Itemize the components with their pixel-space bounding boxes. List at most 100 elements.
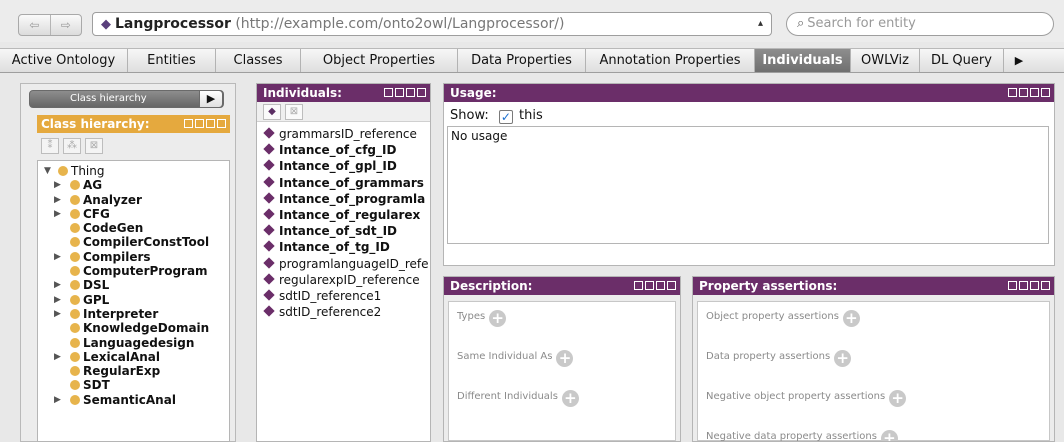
class-tree-item[interactable]: ▶ LexicalAnal xyxy=(38,350,229,364)
individual-item[interactable]: regularexpID_reference xyxy=(263,272,424,288)
expand-closed-icon[interactable]: ▶ xyxy=(54,350,61,364)
tab-data-properties[interactable]: Data Properties xyxy=(458,49,586,72)
add-subclass-icon[interactable]: ⁑ xyxy=(41,138,59,154)
view-close-icon[interactable] xyxy=(667,281,676,290)
view-max-icon[interactable] xyxy=(1030,88,1039,97)
view-close-icon[interactable] xyxy=(417,88,426,97)
individual-item[interactable]: sdtID_reference1 xyxy=(263,288,424,304)
add-type-icon[interactable]: + xyxy=(489,310,507,327)
view-float-icon[interactable] xyxy=(1019,281,1028,290)
tab-dl-query[interactable]: DL Query xyxy=(920,49,1004,72)
class-tree-item[interactable]: SDT xyxy=(38,378,229,392)
view-close-icon[interactable] xyxy=(1041,88,1050,97)
individual-item[interactable]: Intance_of_sdt_ID xyxy=(263,223,424,239)
individual-item[interactable]: sdtID_reference2 xyxy=(263,304,424,320)
view-max-icon[interactable] xyxy=(206,119,215,128)
add-negative-data-property-assertion-icon[interactable]: + xyxy=(880,430,898,441)
tab-active-ontology[interactable]: Active Ontology xyxy=(0,49,128,72)
expand-closed-icon[interactable]: ▶ xyxy=(54,293,61,307)
class-icon xyxy=(70,351,80,362)
expand-closed-icon[interactable]: ▶ xyxy=(54,207,61,221)
individual-item[interactable]: Intance_of_cfg_ID xyxy=(263,142,424,158)
add-negative-object-property-assertion-icon[interactable]: + xyxy=(889,390,907,407)
class-tree-item[interactable]: KnowledgeDomain xyxy=(38,321,229,335)
view-controls xyxy=(384,88,426,97)
add-data-property-assertion-icon[interactable]: + xyxy=(834,350,852,367)
class-label: CFG xyxy=(83,206,110,221)
class-tree-item[interactable]: ▶ CFG xyxy=(38,207,229,221)
this-checkbox[interactable]: ✓ xyxy=(498,110,513,124)
individual-item[interactable]: grammarsID_reference xyxy=(263,126,424,142)
individual-item[interactable]: Intance_of_regularex xyxy=(263,207,424,223)
view-max-icon[interactable] xyxy=(656,281,665,290)
add-sibling-class-icon[interactable]: ⁂ xyxy=(63,138,81,154)
class-icon xyxy=(70,208,80,219)
view-pin-icon[interactable] xyxy=(634,281,643,290)
class-tree-item[interactable]: Languagedesign xyxy=(38,336,229,350)
individual-item[interactable]: programlanguageID_refe xyxy=(263,256,429,272)
property-assertions-title: Property assertions: xyxy=(699,279,838,293)
expand-open-icon[interactable]: ▼ xyxy=(44,164,51,178)
tab-scroll-right-icon[interactable]: ▶ xyxy=(1004,49,1034,72)
entity-iri-field[interactable]: ◆ Langprocessor (http://example.com/onto2… xyxy=(92,12,772,36)
individual-diamond-icon xyxy=(263,143,275,155)
view-float-icon[interactable] xyxy=(195,119,204,128)
tab-classes[interactable]: Classes xyxy=(216,49,301,72)
individual-item[interactable]: Intance_of_programla xyxy=(263,191,425,207)
class-tree-item[interactable]: ▶ DSL xyxy=(38,278,229,292)
class-tree-item[interactable]: ▶ Interpreter xyxy=(38,307,229,321)
expand-closed-icon[interactable]: ▶ xyxy=(54,193,61,207)
view-float-icon[interactable] xyxy=(1019,88,1028,97)
expand-closed-icon[interactable]: ▶ xyxy=(54,250,61,264)
expand-closed-icon[interactable]: ▶ xyxy=(54,178,61,192)
individual-label: Intance_of_tg_ID xyxy=(279,240,390,255)
view-pin-icon[interactable] xyxy=(1008,281,1017,290)
delete-class-icon[interactable]: ⊠ xyxy=(85,138,103,154)
view-close-icon[interactable] xyxy=(1041,281,1050,290)
view-pin-icon[interactable] xyxy=(184,119,193,128)
add-same-individual-icon[interactable]: + xyxy=(556,350,574,367)
tab-object-properties[interactable]: Object Properties xyxy=(301,49,458,72)
add-individual-icon[interactable]: ◆ xyxy=(263,104,281,120)
class-tree-item[interactable]: ▶ AG xyxy=(38,178,229,192)
class-icon xyxy=(70,180,80,191)
view-pin-icon[interactable] xyxy=(384,88,393,97)
back-arrow-icon[interactable]: ⇦ xyxy=(19,15,51,35)
class-tree-item[interactable]: ▼ Thing xyxy=(38,164,229,178)
add-object-property-assertion-icon[interactable]: + xyxy=(842,310,860,327)
delete-individual-icon[interactable]: ⊠ xyxy=(285,104,303,120)
view-max-icon[interactable] xyxy=(1030,281,1039,290)
class-icon xyxy=(70,366,80,377)
tab-owlviz[interactable]: OWLViz xyxy=(851,49,920,72)
view-close-icon[interactable] xyxy=(217,119,226,128)
tab-individuals[interactable]: Individuals xyxy=(755,49,851,72)
expand-closed-icon[interactable]: ▶ xyxy=(54,393,61,407)
class-tree-item[interactable]: ▶ SemanticAnal xyxy=(38,393,229,407)
view-pin-icon[interactable] xyxy=(1008,88,1017,97)
tab-entities[interactable]: Entities xyxy=(128,49,216,72)
individual-item[interactable]: Intance_of_gpl_ID xyxy=(263,158,424,174)
individual-item[interactable]: Intance_of_tg_ID xyxy=(263,239,424,255)
tab-annotation-properties[interactable]: Annotation Properties xyxy=(586,49,755,72)
view-float-icon[interactable] xyxy=(395,88,404,97)
class-hierarchy-toggle[interactable]: Class hierarchy ▶ xyxy=(29,90,224,108)
expand-closed-icon[interactable]: ▶ xyxy=(54,307,61,321)
view-float-icon[interactable] xyxy=(645,281,654,290)
class-tree-item[interactable]: CodeGen xyxy=(38,221,229,235)
individual-diamond-icon xyxy=(263,273,275,285)
individual-diamond-icon xyxy=(263,289,275,301)
expand-closed-icon[interactable]: ▶ xyxy=(54,278,61,292)
class-tree-item[interactable]: CompilerConstTool xyxy=(38,235,229,249)
class-tree-item[interactable]: ComputerProgram xyxy=(38,264,229,278)
forward-arrow-icon[interactable]: ⇨ xyxy=(51,15,82,35)
class-tree-item[interactable]: ▶ GPL xyxy=(38,293,229,307)
individual-item[interactable]: Intance_of_grammars xyxy=(263,175,424,191)
add-different-individual-icon[interactable]: + xyxy=(561,390,579,407)
play-arrow-icon[interactable]: ▶ xyxy=(199,90,223,108)
class-tree-item[interactable]: ▶ Compilers xyxy=(38,250,229,264)
iri-dropdown-icon[interactable]: ▴ xyxy=(758,13,763,35)
class-tree-item[interactable]: ▶ Analyzer xyxy=(38,193,229,207)
class-tree-item[interactable]: RegularExp xyxy=(38,364,229,378)
entity-search-input[interactable]: ⌕ Search for entity xyxy=(786,12,1054,36)
view-max-icon[interactable] xyxy=(406,88,415,97)
